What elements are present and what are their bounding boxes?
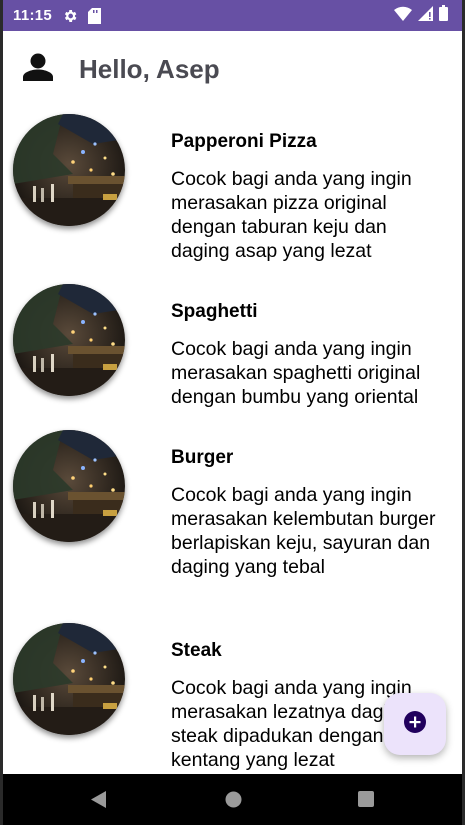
list-item[interactable]: Burger Cocok bagi anda yang ingin merasa…: [3, 417, 462, 611]
item-description: Cocok bagi anda yang ingin merasakan spa…: [171, 338, 421, 408]
list-item[interactable]: Spaghetti Cocok bagi anda yang ingin mer…: [3, 271, 462, 417]
item-title: Steak: [171, 640, 222, 661]
sd-card-icon: [88, 7, 102, 24]
system-navigation-bar: [3, 774, 462, 825]
gear-icon: [62, 8, 78, 24]
greeting-title: Hello, Asep: [79, 54, 220, 84]
battery-icon: [439, 5, 448, 26]
app-header: Hello, Asep: [3, 31, 462, 101]
recents-icon[interactable]: [358, 791, 374, 812]
back-icon[interactable]: [91, 791, 107, 813]
wifi-icon: [394, 6, 412, 26]
person-icon[interactable]: [23, 53, 53, 86]
item-title: Burger: [171, 447, 234, 468]
status-bar: 11:15: [3, 0, 462, 31]
status-time: 11:15: [13, 7, 53, 24]
home-icon[interactable]: [225, 791, 242, 813]
food-thumbnail: [13, 284, 125, 396]
food-thumbnail: [13, 114, 125, 226]
item-description: Cocok bagi anda yang ingin merasakan kel…: [171, 484, 436, 578]
signal-icon: [418, 5, 433, 26]
app-screen: 11:15 Hello, Asep Papperoni Pizza Cocok …: [3, 0, 462, 825]
list-item[interactable]: Papperoni Pizza Cocok bagi anda yang ing…: [3, 101, 462, 271]
add-fab-button[interactable]: [384, 693, 446, 755]
item-title: Spaghetti: [171, 301, 258, 322]
food-thumbnail: [13, 623, 125, 735]
item-title: Papperoni Pizza: [171, 131, 317, 152]
add-circle-icon: [403, 710, 427, 739]
food-thumbnail: [13, 430, 125, 542]
item-description: Cocok bagi anda yang ingin merasakan piz…: [171, 168, 412, 262]
status-system-icons: [394, 5, 448, 26]
